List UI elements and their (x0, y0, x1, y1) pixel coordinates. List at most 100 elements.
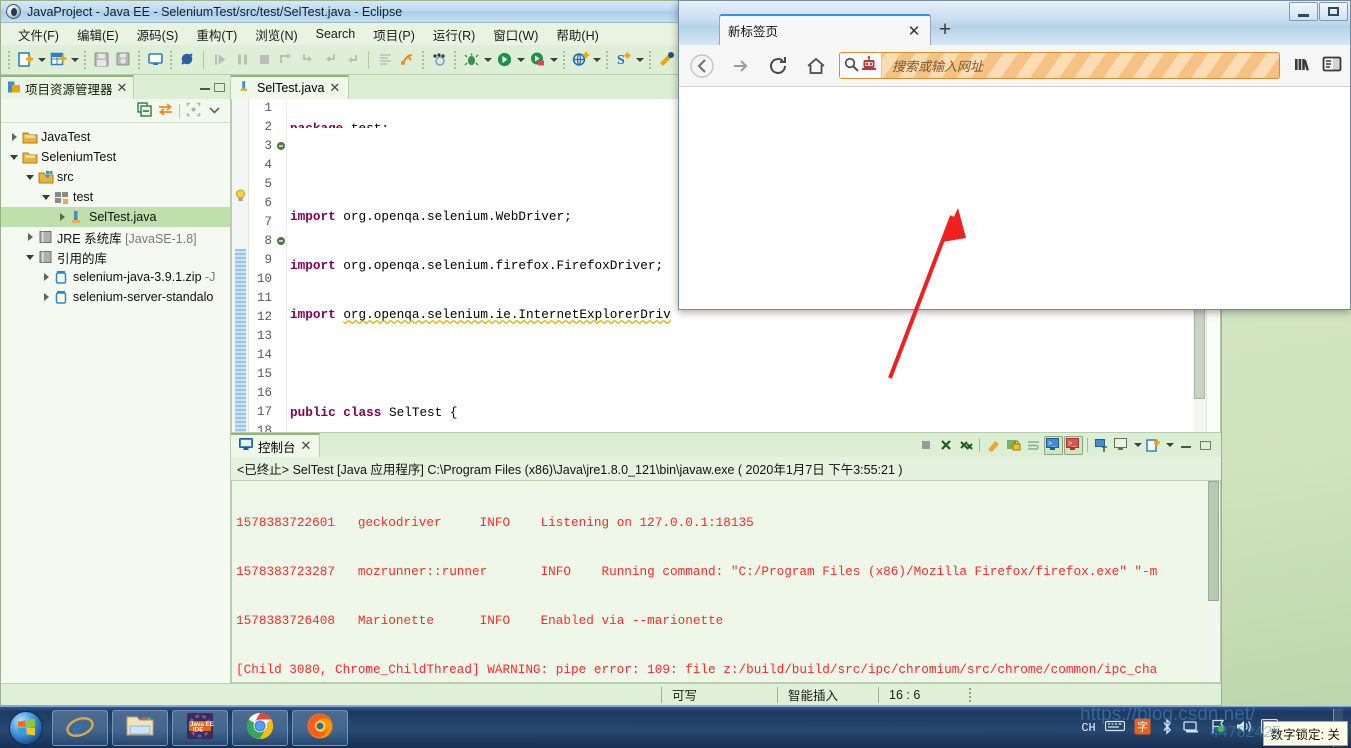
home-icon[interactable] (801, 51, 831, 81)
firefox-tab-new-tab[interactable]: 新标签页 ✕ (719, 14, 931, 45)
external-tools-icon[interactable] (526, 49, 548, 71)
step-over-icon[interactable] (275, 49, 297, 71)
console-scrollbar[interactable] (1207, 481, 1220, 682)
forward-icon[interactable] (725, 51, 755, 81)
external-tools-dropdown-icon[interactable] (548, 49, 559, 71)
search-icon[interactable] (844, 57, 859, 75)
terminate-icon[interactable] (916, 436, 935, 455)
resume-icon[interactable] (209, 49, 231, 71)
focus-icon[interactable] (186, 102, 201, 120)
new-file-icon[interactable] (14, 49, 36, 71)
tree-item-test-package[interactable]: test (1, 187, 230, 207)
menu-item-file[interactable]: 文件(F) (9, 23, 68, 46)
toolbar-drag-handle[interactable] (8, 50, 10, 69)
search-icon[interactable]: S (612, 49, 634, 71)
annotation-ruler[interactable] (232, 99, 249, 432)
tree-item-selenium-java-zip[interactable]: selenium-java-3.9.1.zip -J (1, 267, 230, 287)
fold-marker-icon[interactable] (276, 140, 286, 154)
view-menu-icon[interactable] (207, 102, 222, 120)
menu-item-search[interactable]: Search (307, 25, 365, 43)
new-file-dropdown-icon[interactable] (36, 49, 47, 71)
tree-item-seleniumtest[interactable]: SeleniumTest (1, 147, 230, 167)
remove-all-terminated-icon[interactable] (956, 436, 975, 455)
library-icon[interactable] (1292, 54, 1312, 77)
menu-item-window[interactable]: 窗口(W) (484, 23, 547, 46)
tree-item-src[interactable]: src (1, 167, 230, 187)
menu-item-navigate[interactable]: 浏览(N) (246, 23, 306, 46)
minimize-icon[interactable] (1289, 2, 1318, 21)
menu-item-help[interactable]: 帮助(H) (547, 23, 607, 46)
menu-item-refactor[interactable]: 重构(T) (187, 23, 246, 46)
save-all-icon[interactable] (112, 49, 134, 71)
remove-launch-icon[interactable] (936, 436, 955, 455)
run-last-tool-icon[interactable] (396, 49, 418, 71)
new-java-project-icon[interactable] (144, 49, 166, 71)
step-return-icon[interactable] (319, 49, 341, 71)
twisty-closed-icon[interactable] (23, 227, 37, 247)
bluetooth-icon[interactable] (1160, 717, 1174, 738)
open-web-browser-icon[interactable] (569, 49, 591, 71)
close-icon[interactable]: ✕ (117, 80, 128, 96)
minimize-icon[interactable] (200, 88, 210, 90)
network-icon[interactable] (1183, 719, 1201, 737)
debug-dropdown-icon[interactable] (482, 49, 493, 71)
twisty-open-icon[interactable] (23, 167, 37, 187)
folding-ruler[interactable] (275, 99, 287, 432)
tree-item-javatest[interactable]: JavaTest (1, 127, 230, 147)
status-resize-grip[interactable] (969, 687, 977, 702)
step-into-icon[interactable] (297, 49, 319, 71)
keyboard-icon[interactable] (1104, 719, 1125, 736)
tree-item-seltest-java[interactable]: SelTest.java (1, 207, 230, 227)
sidebar-icon[interactable] (1322, 55, 1342, 76)
twisty-closed-icon[interactable] (39, 267, 53, 287)
tree-item-jre-system-library[interactable]: JRE 系统库 [JavaSE-1.8] (1, 227, 230, 247)
show-console-when-stderr-icon[interactable]: >_ (1064, 435, 1083, 455)
quick-fix-bulb-icon[interactable] (234, 189, 247, 206)
close-icon[interactable]: ✕ (906, 23, 922, 40)
taskbar-item-chrome[interactable] (232, 709, 288, 746)
collapse-all-icon[interactable] (137, 101, 152, 120)
close-icon[interactable]: ✕ (329, 80, 340, 96)
debug-icon[interactable] (460, 49, 482, 71)
new-wizard-icon[interactable] (47, 49, 69, 71)
step-return-2-icon[interactable] (341, 49, 363, 71)
pin-console-icon[interactable] (1092, 436, 1111, 455)
word-wrap-icon[interactable] (1024, 436, 1043, 455)
twisty-open-icon[interactable] (7, 147, 21, 167)
tab-seltest-java[interactable]: SelTest.java ✕ (231, 75, 350, 99)
twisty-open-icon[interactable] (23, 247, 37, 267)
volume-icon[interactable] (1235, 719, 1252, 737)
tab-console[interactable]: 控制台 ✕ (231, 433, 321, 457)
taskbar-item-firefox[interactable] (292, 709, 348, 746)
windows-start-orb-icon[interactable] (2, 709, 50, 747)
suspend-icon[interactable] (231, 49, 253, 71)
back-icon[interactable] (687, 51, 717, 81)
reload-icon[interactable] (763, 51, 793, 81)
console-dropdown-icon[interactable] (1132, 434, 1143, 456)
web-browser-dropdown-icon[interactable] (591, 49, 602, 71)
twisty-closed-icon[interactable] (7, 127, 21, 147)
terminate-icon[interactable] (253, 49, 275, 71)
menu-item-edit[interactable]: 编辑(E) (68, 23, 128, 46)
display-selected-console-icon[interactable] (1112, 436, 1131, 455)
open-task-icon[interactable] (655, 49, 677, 71)
new-tab-plus-icon[interactable]: + (931, 14, 959, 45)
console-scroll-thumb[interactable] (1208, 481, 1219, 601)
maximize-icon[interactable] (214, 82, 225, 92)
link-with-editor-icon[interactable] (158, 102, 173, 120)
clear-console-icon[interactable] (984, 436, 1003, 455)
console-output[interactable]: 1578383722601 geckodriver INFO Listening… (231, 480, 1221, 683)
flag-icon[interactable] (1210, 718, 1226, 737)
skip-breakpoints-icon[interactable] (176, 49, 198, 71)
run-icon[interactable] (493, 49, 515, 71)
close-icon[interactable]: ✕ (301, 438, 312, 454)
tree-item-selenium-server-standalone[interactable]: selenium-server-standalo (1, 287, 230, 307)
tree-item-referenced-libraries[interactable]: 引用的库 (1, 247, 230, 267)
run-dropdown-icon[interactable] (515, 49, 526, 71)
save-icon[interactable] (90, 49, 112, 71)
firefox-url-search-bar[interactable]: 搜索或输入网址 (839, 52, 1280, 79)
tab-project-explorer[interactable]: 项目资源管理器 ✕ (1, 75, 135, 99)
fold-marker-icon-2[interactable] (276, 235, 286, 249)
show-console-when-stdout-icon[interactable]: >_ (1044, 435, 1063, 455)
menu-item-run[interactable]: 运行(R) (424, 23, 484, 46)
